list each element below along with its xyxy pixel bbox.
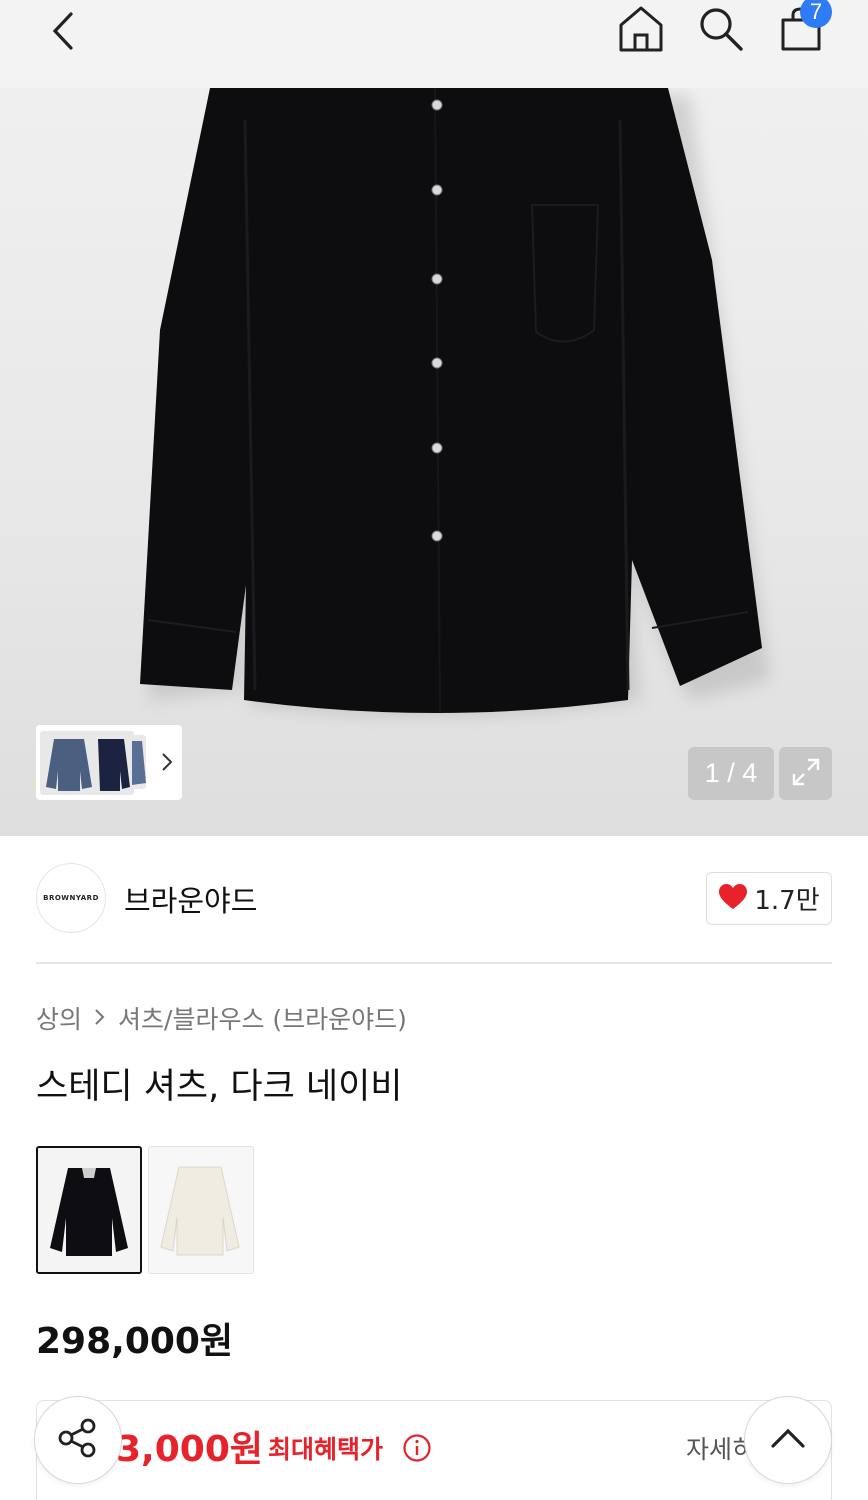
chevron-right-icon[interactable] (160, 749, 174, 779)
brand-logo[interactable]: BROWNYARD (36, 863, 106, 933)
cart-button[interactable]: 7 (778, 0, 832, 54)
product-detail-page: 1 / 4 7 BROWNYARD 브라운야드 1.7만 상의 셔츠/블라우스 … (0, 0, 868, 1500)
like-count: 1.7만 (754, 886, 820, 916)
search-button[interactable] (696, 6, 746, 56)
gallery-thumbnail-3[interactable] (132, 735, 146, 789)
section-divider (36, 962, 832, 964)
expand-button[interactable] (779, 747, 832, 800)
cart-count-badge: 7 (800, 0, 832, 28)
variant-image (38, 1148, 140, 1272)
info-icon[interactable] (402, 1433, 432, 1467)
variant-image (149, 1147, 253, 1273)
top-navigation-bar: 7 (0, 0, 868, 88)
thumbnail-image (98, 739, 130, 791)
product-price: 298,000원 (36, 1321, 234, 1362)
expand-icon (789, 755, 823, 793)
chevron-left-icon (51, 11, 75, 55)
product-image-gallery[interactable]: 1 / 4 (0, 0, 868, 836)
share-icon (56, 1416, 100, 1464)
gallery-thumbnail-2[interactable] (94, 731, 134, 795)
brand-name[interactable]: 브라운야드 (124, 878, 257, 920)
chevron-up-icon (770, 1427, 806, 1453)
chevron-right-icon (94, 1004, 106, 1033)
search-icon (697, 5, 745, 57)
max-benefit-price: 3,000원 (116, 1429, 263, 1470)
thumbnail-image (132, 741, 146, 785)
breadcrumb-item-category[interactable]: 상의 (36, 1000, 82, 1036)
like-button[interactable]: 1.7만 (706, 872, 832, 925)
back-button[interactable] (40, 10, 86, 56)
product-main-image (140, 87, 770, 717)
home-button[interactable] (616, 6, 666, 56)
breadcrumb-item-subcategory[interactable]: 셔츠/블라우스 (브라운야드) (118, 1000, 407, 1036)
breadcrumb: 상의 셔츠/블라우스 (브라운야드) (36, 1000, 407, 1036)
heart-icon (718, 883, 748, 915)
brand-logo-text: BROWNYARD (43, 894, 99, 902)
gallery-thumbnail-strip[interactable] (36, 725, 182, 800)
scroll-top-button[interactable] (744, 1396, 832, 1484)
color-option-dark-navy[interactable] (36, 1146, 142, 1274)
max-benefit-label: 최대혜택가 (268, 1435, 384, 1464)
product-title: 스테디 셔츠, 다크 네이비 (36, 1067, 403, 1107)
gallery-counter: 1 / 4 (688, 747, 774, 800)
share-button[interactable] (34, 1396, 122, 1484)
thumbnail-image (46, 739, 92, 791)
gallery-thumbnail-1[interactable] (40, 731, 98, 795)
home-icon (618, 5, 664, 57)
color-option-white[interactable] (148, 1146, 254, 1274)
